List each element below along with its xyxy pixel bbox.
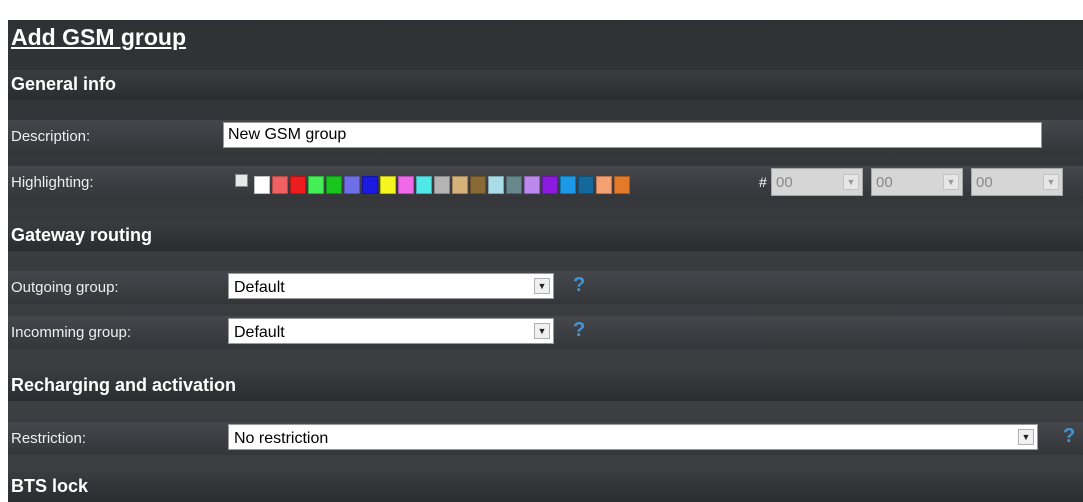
help-icon[interactable]: ? (573, 274, 585, 297)
outgoing-group-label: Outgoing group: (11, 279, 119, 296)
color-swatch[interactable] (470, 176, 486, 194)
color-swatch[interactable] (560, 176, 576, 194)
color-swatch[interactable] (380, 176, 396, 194)
chevron-down-icon: ▼ (843, 174, 859, 190)
highlighting-row: Highlighting: # 00 ▼ 00 ▼ 00 ▼ (8, 166, 1083, 199)
description-row: Description: (8, 120, 1083, 153)
hex-red-value: 00 (776, 174, 793, 191)
color-swatch[interactable] (290, 176, 306, 194)
section-general-info: General info (8, 70, 1083, 100)
section-recharging-activation: Recharging and activation (8, 371, 1083, 401)
color-swatch[interactable] (614, 176, 630, 194)
color-swatch[interactable] (254, 176, 270, 194)
color-swatch[interactable] (524, 176, 540, 194)
color-swatch[interactable] (434, 176, 450, 194)
hex-blue-select[interactable]: 00 ▼ (971, 168, 1063, 196)
color-swatch[interactable] (488, 176, 504, 194)
color-swatch[interactable] (416, 176, 432, 194)
hash-label: # (759, 174, 767, 190)
color-swatch[interactable] (308, 176, 324, 194)
section-bts-lock: BTS lock (8, 472, 1083, 502)
add-gsm-group-panel: Add GSM group General info Description: … (8, 20, 1083, 502)
chevron-down-icon: ▼ (1018, 429, 1034, 445)
hex-green-select[interactable]: 00 ▼ (871, 168, 963, 196)
incoming-group-row: Incomming group: Default ▼ ? (8, 316, 1083, 349)
description-field[interactable] (223, 122, 1042, 148)
section-title-general-info: General info (11, 74, 117, 94)
incoming-group-select[interactable]: Default ▼ (228, 318, 554, 344)
color-swatch[interactable] (596, 176, 612, 194)
section-gateway-routing: Gateway routing (8, 221, 1083, 251)
chevron-down-icon: ▼ (1043, 174, 1059, 190)
outgoing-group-row: Outgoing group: Default ▼ ? (8, 271, 1083, 304)
section-title-gateway-routing: Gateway routing (11, 225, 153, 245)
hex-red-select[interactable]: 00 ▼ (771, 168, 863, 196)
outgoing-group-select[interactable]: Default ▼ (228, 273, 554, 299)
outgoing-group-value: Default (234, 279, 285, 296)
color-swatch[interactable] (344, 176, 360, 194)
help-icon[interactable]: ? (1063, 425, 1075, 448)
highlighting-checkbox[interactable] (235, 174, 248, 187)
color-swatches (254, 176, 632, 194)
incoming-group-label: Incomming group: (11, 324, 132, 341)
color-swatch[interactable] (542, 176, 558, 194)
color-swatch[interactable] (578, 176, 594, 194)
color-swatch[interactable] (506, 176, 522, 194)
description-label: Description: (11, 128, 91, 145)
color-swatch[interactable] (452, 176, 468, 194)
section-title-bts-lock: BTS lock (11, 476, 89, 496)
help-icon[interactable]: ? (573, 319, 585, 342)
section-title-recharging-activation: Recharging and activation (11, 375, 237, 395)
page-title: Add GSM group (11, 24, 187, 50)
highlighting-label: Highlighting: (11, 174, 94, 191)
color-swatch[interactable] (272, 176, 288, 194)
hex-green-value: 00 (876, 174, 893, 191)
restriction-select[interactable]: No restriction ▼ (228, 424, 1038, 450)
chevron-down-icon: ▼ (534, 278, 550, 294)
restriction-value: No restriction (234, 430, 329, 447)
chevron-down-icon: ▼ (534, 323, 550, 339)
restriction-label: Restriction: (11, 430, 87, 447)
chevron-down-icon: ▼ (943, 174, 959, 190)
restriction-row: Restriction: No restriction ▼ ? (8, 422, 1083, 455)
color-swatch[interactable] (362, 176, 378, 194)
color-swatch[interactable] (326, 176, 342, 194)
color-swatch[interactable] (398, 176, 414, 194)
incoming-group-value: Default (234, 324, 285, 341)
hex-blue-value: 00 (976, 174, 993, 191)
